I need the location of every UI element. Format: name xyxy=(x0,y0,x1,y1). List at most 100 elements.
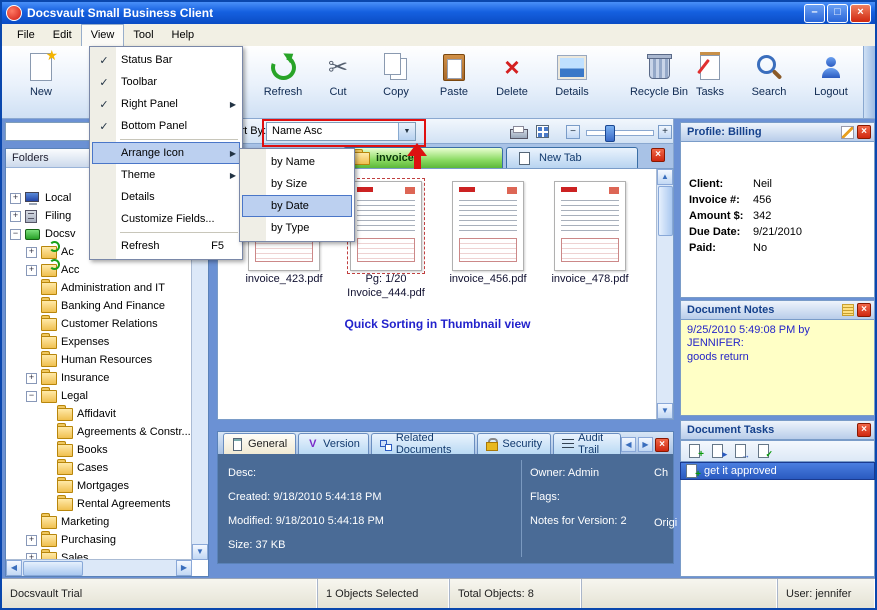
delete-button[interactable]: ×Delete xyxy=(484,51,540,113)
minimize-button[interactable]: – xyxy=(804,4,825,23)
close-properties-panel-button[interactable]: × xyxy=(655,438,669,452)
tree-item-human-resources[interactable]: Human Resources xyxy=(6,351,192,369)
tab-scroll-right-icon[interactable]: ▶ xyxy=(638,437,653,452)
logout-button[interactable]: Logout xyxy=(800,51,862,113)
open-task-icon[interactable] xyxy=(711,444,725,458)
expand-icon[interactable]: + xyxy=(26,265,37,276)
close-tasks-panel-button[interactable]: × xyxy=(857,423,871,437)
tab-scroll-left-icon[interactable]: ◀ xyxy=(621,437,636,452)
view-menu-item-toolbar[interactable]: ✓Toolbar xyxy=(92,71,240,93)
scroll-up-icon[interactable]: ▲ xyxy=(657,169,673,185)
bottom-tab-audit-trail[interactable]: Audit Trail xyxy=(553,433,621,454)
new-task-icon[interactable] xyxy=(688,444,702,458)
menubar-item-file[interactable]: File xyxy=(8,24,44,46)
close-notes-panel-button[interactable]: × xyxy=(857,303,871,317)
zoom-slider-handle[interactable] xyxy=(605,125,615,142)
complete-task-icon[interactable] xyxy=(757,444,771,458)
details-button[interactable]: Details xyxy=(542,51,602,113)
cut-button[interactable]: ✂Cut xyxy=(314,51,362,113)
scrollbar-thumb[interactable] xyxy=(23,561,83,576)
expand-icon[interactable]: + xyxy=(10,211,21,222)
tree-item-mortgages[interactable]: Mortgages xyxy=(6,477,192,495)
scrollbar-thumb[interactable] xyxy=(658,186,673,236)
zoom-out-button[interactable]: − xyxy=(566,125,580,139)
arrange-menu-item-by-name[interactable]: by Name xyxy=(242,151,352,173)
task-item[interactable]: get it approved xyxy=(680,462,875,480)
tree-item-expenses[interactable]: Expenses xyxy=(6,333,192,351)
tree-item-acc[interactable]: +Acc xyxy=(6,261,192,279)
notes-icon[interactable] xyxy=(842,304,854,316)
expand-icon[interactable]: + xyxy=(26,247,37,258)
bottom-tab-security[interactable]: Security xyxy=(477,433,551,454)
view-menu-item-customize-fields[interactable]: Customize Fields... xyxy=(92,208,240,230)
document-view-scrollbar[interactable]: ▲ ▼ xyxy=(656,169,673,419)
close-profile-panel-button[interactable]: × xyxy=(857,125,871,139)
maximize-button[interactable]: □ xyxy=(827,4,848,23)
tree-item-legal[interactable]: −Legal xyxy=(6,387,192,405)
forward-task-icon[interactable] xyxy=(734,444,748,458)
close-window-button[interactable]: × xyxy=(850,4,871,23)
cabinet-icon xyxy=(25,210,41,223)
search-button[interactable]: Search xyxy=(740,51,798,113)
view-menu-item-arrange-icon[interactable]: Arrange Icon▶ xyxy=(92,142,240,164)
toolbar-overflow-chevron[interactable] xyxy=(863,46,875,118)
collapse-icon[interactable]: − xyxy=(26,391,37,402)
tree-item-agreements-constr[interactable]: Agreements & Constr... xyxy=(6,423,192,441)
delete-icon: × xyxy=(494,51,530,83)
paste-button[interactable]: Paste xyxy=(426,51,482,113)
zoom-slider[interactable] xyxy=(586,130,654,136)
menubar-item-help[interactable]: Help xyxy=(163,24,204,46)
zoom-in-button[interactable]: + xyxy=(658,125,672,139)
close-document-tab-button[interactable]: × xyxy=(651,148,665,162)
thumbnail-invoice-478-pdf[interactable]: invoice_478.pdf xyxy=(548,181,632,285)
tree-item-marketing[interactable]: Marketing xyxy=(6,513,192,531)
titlebar[interactable]: Docsvault Small Business Client – □ × xyxy=(2,2,875,24)
view-menu-item-right-panel[interactable]: ✓Right Panel▶ xyxy=(92,93,240,115)
tree-item-books[interactable]: Books xyxy=(6,441,192,459)
arrange-menu-item-by-size[interactable]: by Size xyxy=(242,173,352,195)
tree-horizontal-scrollbar[interactable]: ◀ ▶ xyxy=(6,559,192,576)
view-menu-item-bottom-panel[interactable]: ✓Bottom Panel xyxy=(92,115,240,137)
menubar-item-edit[interactable]: Edit xyxy=(44,24,81,46)
expand-icon[interactable]: + xyxy=(10,193,21,204)
document-tab-new-tab[interactable]: New Tab xyxy=(506,147,638,168)
thumbnail-view-icon[interactable] xyxy=(536,125,549,138)
arrange-menu-item-by-type[interactable]: by Type xyxy=(242,217,352,239)
tasks-button[interactable]: Tasks xyxy=(684,51,736,113)
dropdown-arrow-icon[interactable]: ▼ xyxy=(398,123,415,140)
collapse-icon[interactable]: − xyxy=(10,229,21,240)
tree-item-rental-agreements[interactable]: Rental Agreements xyxy=(6,495,192,513)
tree-item-affidavit[interactable]: Affidavit xyxy=(6,405,192,423)
view-menu-item-theme[interactable]: Theme▶ xyxy=(92,164,240,186)
tree-item-customer-relations[interactable]: Customer Relations xyxy=(6,315,192,333)
edit-profile-icon[interactable] xyxy=(841,126,854,139)
view-menu-item-status-bar[interactable]: ✓Status Bar xyxy=(92,49,240,71)
arrange-menu-item-by-date[interactable]: by Date xyxy=(242,195,352,217)
copy-button[interactable]: Copy xyxy=(368,51,424,113)
general-field-size: Size: 37 KB xyxy=(228,538,384,552)
sort-by-dropdown[interactable]: Name Asc ▼ xyxy=(266,122,416,141)
expand-icon[interactable]: + xyxy=(26,535,37,546)
scroll-left-icon[interactable]: ◀ xyxy=(6,560,22,576)
scroll-right-icon[interactable]: ▶ xyxy=(176,560,192,576)
bottom-tab-version[interactable]: Version xyxy=(298,433,369,454)
bottom-tab-related-documents[interactable]: Related Documents xyxy=(371,433,476,454)
scroll-down-icon[interactable]: ▼ xyxy=(657,403,673,419)
menubar-item-view[interactable]: View xyxy=(81,24,125,46)
tree-item-insurance[interactable]: +Insurance xyxy=(6,369,192,387)
thumbnail-invoice-444-pdf[interactable]: Pg: 1/20Invoice_444.pdf xyxy=(344,181,428,299)
tree-item-purchasing[interactable]: +Purchasing xyxy=(6,531,192,549)
print-icon[interactable] xyxy=(510,126,527,139)
bottom-tab-general[interactable]: General xyxy=(223,433,296,454)
menubar-item-tool[interactable]: Tool xyxy=(124,24,162,46)
thumbnail-invoice-456-pdf[interactable]: invoice_456.pdf xyxy=(446,181,530,285)
scroll-down-icon[interactable]: ▼ xyxy=(192,544,208,560)
view-menu-item-details[interactable]: Details xyxy=(92,186,240,208)
tree-item-banking-and-finance[interactable]: Banking And Finance xyxy=(6,297,192,315)
expand-icon[interactable]: + xyxy=(26,373,37,384)
tree-item-administration-and-it[interactable]: Administration and IT xyxy=(6,279,192,297)
new-button[interactable]: New xyxy=(12,51,70,113)
refresh-button[interactable]: Refresh xyxy=(254,51,312,113)
view-menu-item-refresh[interactable]: RefreshF5 xyxy=(92,235,240,257)
tree-item-cases[interactable]: Cases xyxy=(6,459,192,477)
